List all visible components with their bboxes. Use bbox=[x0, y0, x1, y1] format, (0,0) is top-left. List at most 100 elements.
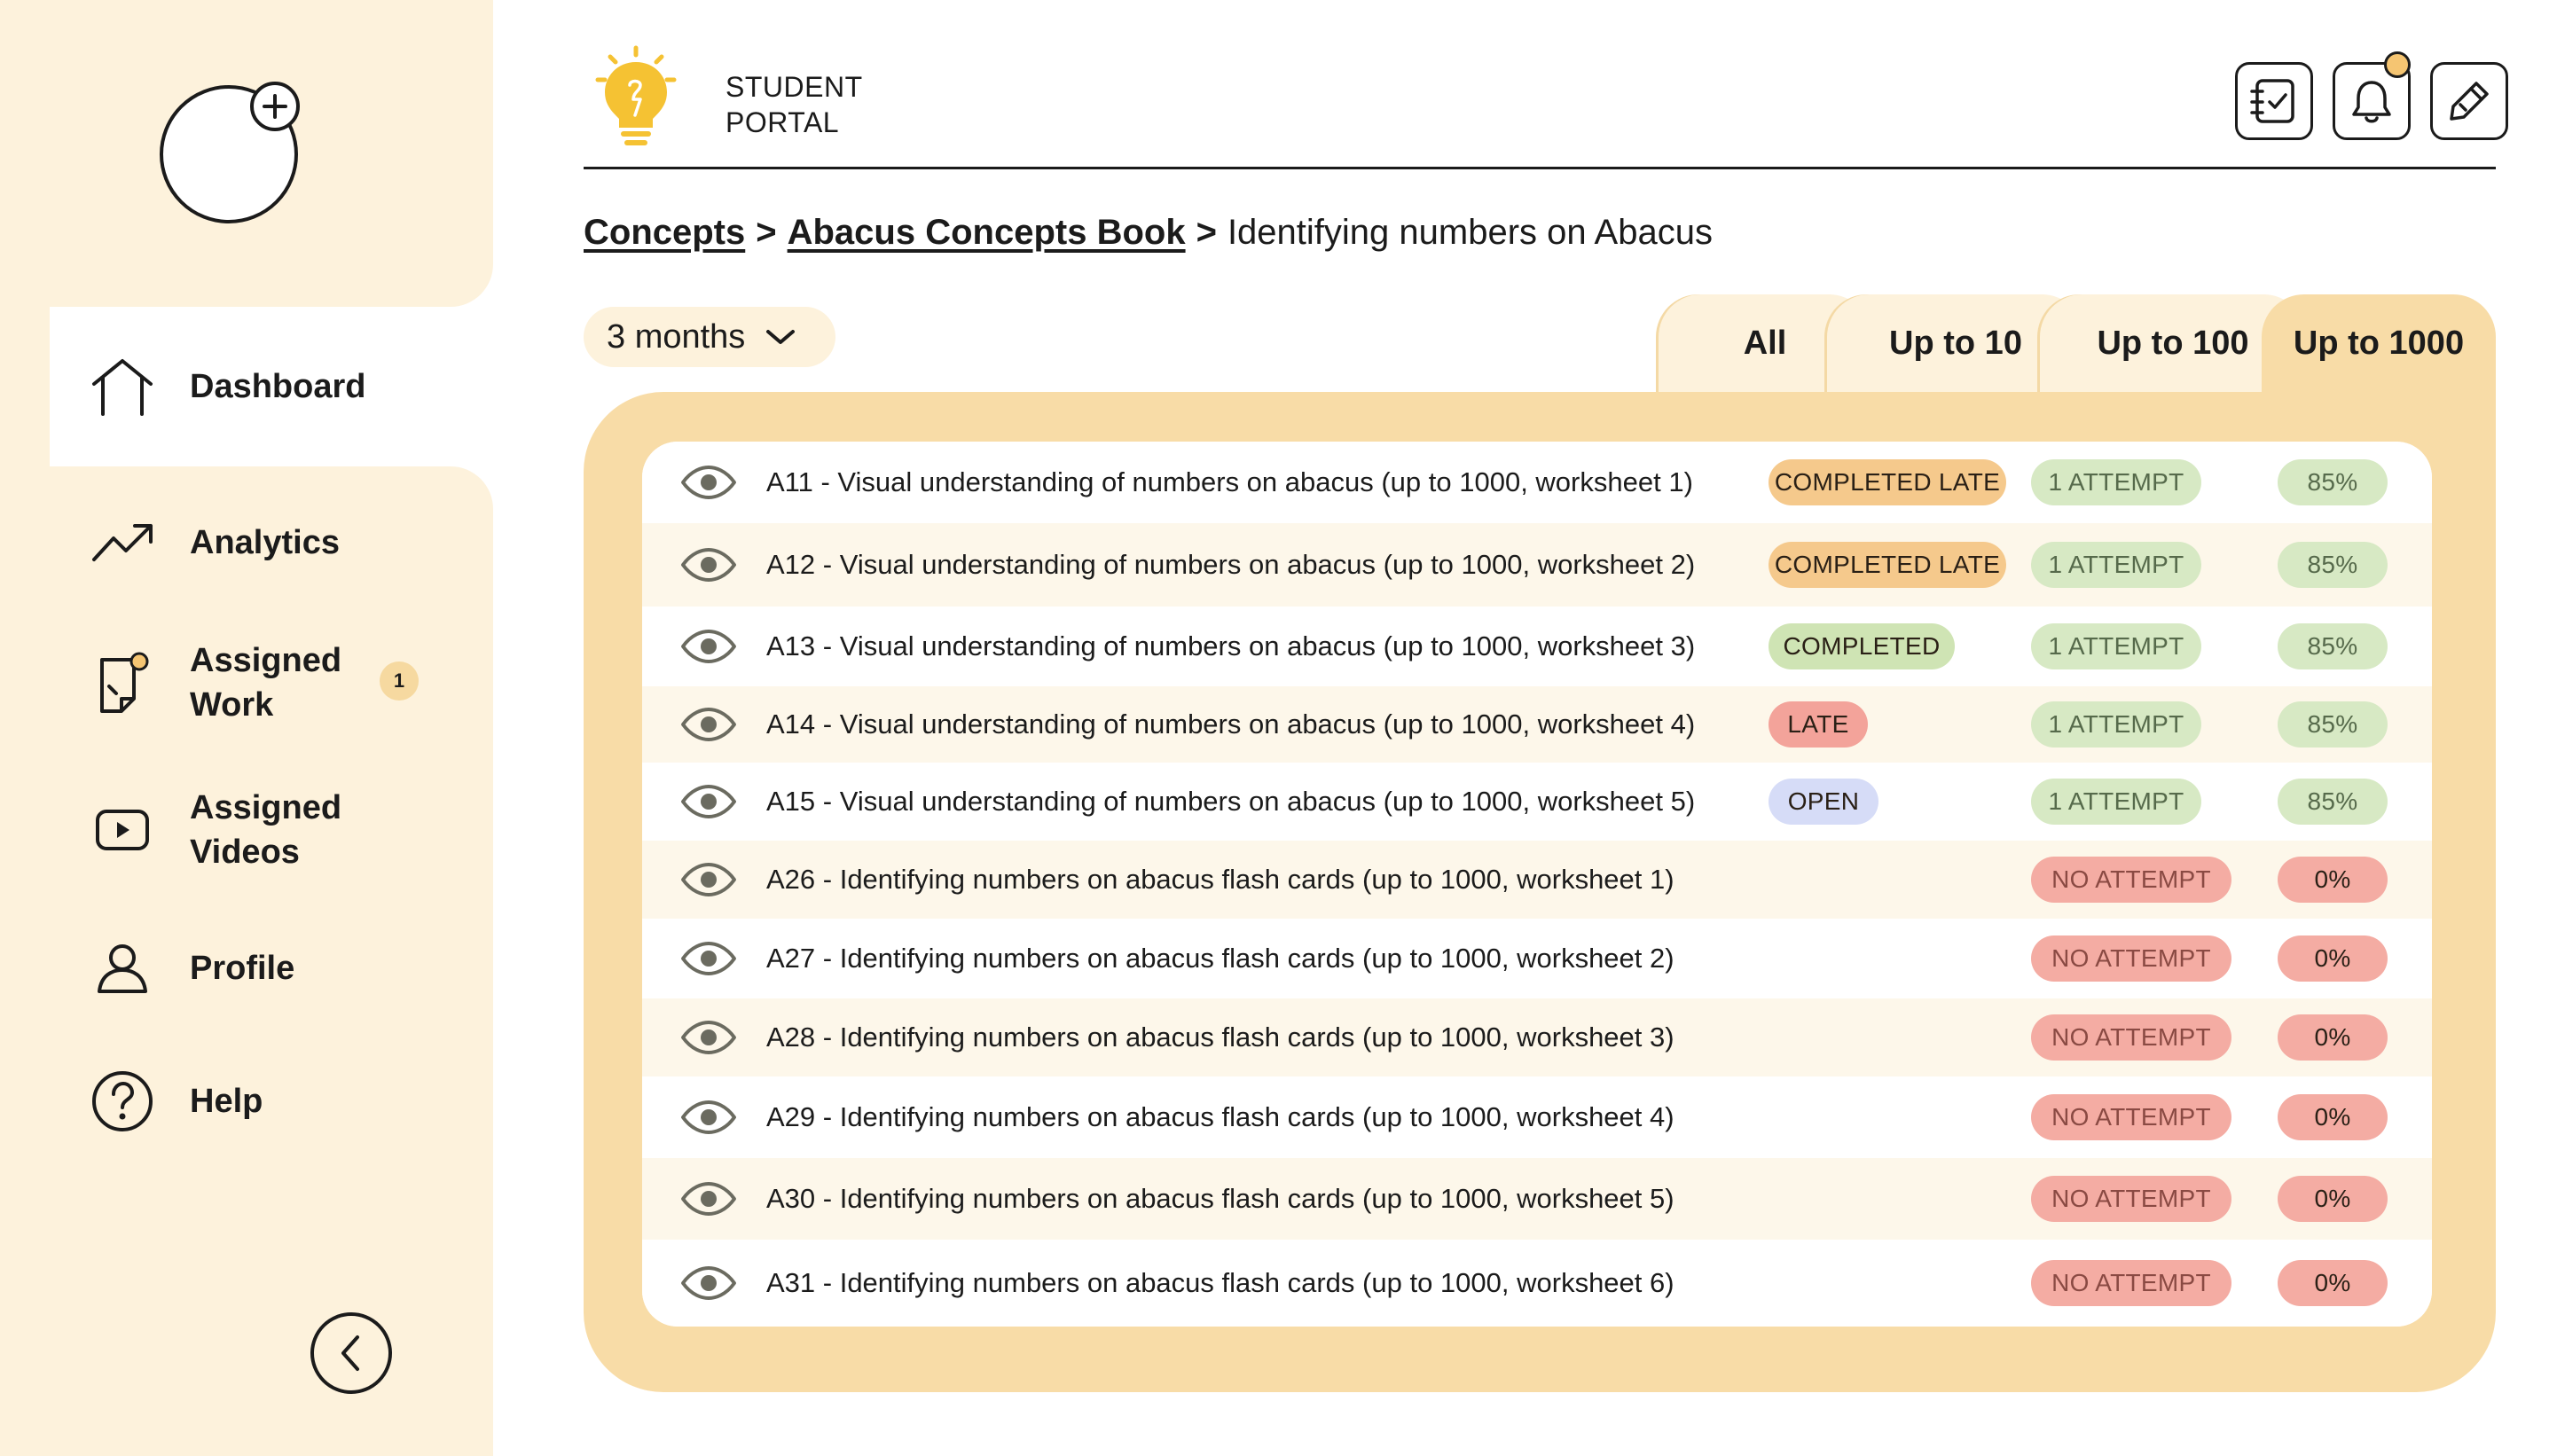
status-badge: OPEN bbox=[1769, 779, 1878, 825]
worksheet-title[interactable]: A30 - Identifying numbers on abacus flas… bbox=[766, 1181, 1674, 1217]
worksheet-row[interactable]: A31 - Identifying numbers on abacus flas… bbox=[642, 1240, 2432, 1327]
lightbulb-logo-icon bbox=[591, 44, 681, 147]
score-badge: 0% bbox=[2278, 1176, 2388, 1222]
checklist-button[interactable] bbox=[2235, 62, 2313, 140]
attempt-badge: 1 ATTEMPT bbox=[2031, 459, 2201, 505]
sidebar-item-label: Help bbox=[190, 1083, 263, 1120]
header-divider bbox=[584, 167, 2496, 169]
score-badge: 85% bbox=[2278, 623, 2388, 669]
eye-icon[interactable] bbox=[679, 629, 738, 664]
attempt-badge: NO ATTEMPT bbox=[2031, 1176, 2231, 1222]
tab-label: Up to 100 bbox=[2097, 324, 2249, 362]
add-avatar-button[interactable] bbox=[250, 82, 300, 131]
eye-icon[interactable] bbox=[679, 465, 738, 500]
worksheet-title[interactable]: A15 - Visual understanding of numbers on… bbox=[766, 784, 1695, 819]
worksheet-title[interactable]: A27 - Identifying numbers on abacus flas… bbox=[766, 941, 1674, 976]
status-badge: COMPLETED bbox=[1769, 623, 1955, 669]
sidebar-item-label: Profile bbox=[190, 950, 295, 987]
assignment-icon bbox=[89, 649, 156, 716]
eye-icon[interactable] bbox=[679, 1100, 738, 1135]
tab-up-to-1000[interactable]: Up to 1000 bbox=[2262, 294, 2496, 392]
score-badge: 0% bbox=[2278, 857, 2388, 903]
breadcrumb-book-link[interactable]: Abacus Concepts Book bbox=[788, 213, 1186, 252]
time-range-value: 3 months bbox=[607, 317, 746, 356]
attempt-badge: NO ATTEMPT bbox=[2031, 935, 2231, 982]
time-range-select[interactable]: 3 months bbox=[584, 307, 835, 367]
breadcrumb: Concepts > Abacus Concepts Book > Identifyin… bbox=[584, 209, 1713, 255]
help-icon bbox=[89, 1068, 156, 1135]
attempt-badge: 1 ATTEMPT bbox=[2031, 701, 2201, 748]
worksheet-title[interactable]: A11 - Visual understanding of numbers on… bbox=[766, 465, 1693, 500]
worksheet-title[interactable]: A12 - Visual understanding of numbers on… bbox=[766, 547, 1695, 583]
video-icon bbox=[89, 796, 156, 864]
worksheet-row[interactable]: A15 - Visual understanding of numbers on… bbox=[642, 763, 2432, 841]
worksheet-title[interactable]: A26 - Identifying numbers on abacus flas… bbox=[766, 862, 1674, 897]
tab-label: Up to 1000 bbox=[2293, 324, 2465, 362]
worksheet-title[interactable]: A14 - Visual understanding of numbers on… bbox=[766, 707, 1695, 742]
worksheet-title[interactable]: A13 - Visual understanding of numbers on… bbox=[766, 629, 1695, 664]
home-icon bbox=[89, 353, 156, 420]
notification-dot bbox=[2384, 51, 2411, 78]
edit-button[interactable] bbox=[2430, 62, 2508, 140]
chevron-down-icon bbox=[766, 330, 796, 344]
sidebar-item-help[interactable]: Help bbox=[89, 1068, 263, 1135]
tab-label: All bbox=[1743, 324, 1787, 362]
plus-icon bbox=[263, 94, 287, 119]
trend-icon bbox=[89, 509, 156, 576]
attempt-badge: NO ATTEMPT bbox=[2031, 1094, 2231, 1140]
eye-icon[interactable] bbox=[679, 941, 738, 976]
brand-title: STUDENT PORTAL bbox=[725, 71, 863, 138]
eye-icon[interactable] bbox=[679, 1181, 738, 1217]
eye-icon[interactable] bbox=[679, 707, 738, 742]
breadcrumb-concepts-link[interactable]: Concepts bbox=[584, 213, 745, 252]
bell-icon bbox=[2352, 81, 2391, 123]
sidebar-item-analytics[interactable]: Analytics bbox=[89, 509, 340, 576]
eye-icon[interactable] bbox=[679, 862, 738, 897]
checklist-icon bbox=[2250, 79, 2294, 123]
sidebar-item-label: Analytics bbox=[190, 524, 340, 561]
worksheet-row[interactable]: A30 - Identifying numbers on abacus flas… bbox=[642, 1158, 2432, 1240]
attempt-badge: NO ATTEMPT bbox=[2031, 1014, 2231, 1061]
score-badge: 0% bbox=[2278, 1014, 2388, 1061]
breadcrumb-current: Identifying numbers on Abacus bbox=[1227, 213, 1713, 252]
worksheet-row[interactable]: A11 - Visual understanding of numbers on… bbox=[642, 442, 2432, 523]
score-badge: 85% bbox=[2278, 459, 2388, 505]
worksheet-title[interactable]: A29 - Identifying numbers on abacus flas… bbox=[766, 1100, 1674, 1135]
attempt-badge: 1 ATTEMPT bbox=[2031, 542, 2201, 588]
sidebar-item-label: Assigned Work bbox=[190, 642, 342, 724]
breadcrumb-separator: > bbox=[756, 213, 777, 252]
worksheet-row[interactable]: A13 - Visual understanding of numbers on… bbox=[642, 607, 2432, 686]
eye-icon[interactable] bbox=[679, 547, 738, 583]
attempt-badge: NO ATTEMPT bbox=[2031, 857, 2231, 903]
worksheet-title[interactable]: A31 - Identifying numbers on abacus flas… bbox=[766, 1265, 1674, 1301]
assigned-work-count-badge: 1 bbox=[380, 661, 419, 701]
sidebar-item-label: Dashboard bbox=[190, 368, 366, 405]
sidebar-gap bbox=[0, 307, 50, 466]
worksheet-title[interactable]: A28 - Identifying numbers on abacus flas… bbox=[766, 1020, 1674, 1055]
sidebar-item-profile[interactable]: Profile bbox=[89, 935, 294, 1002]
eye-icon[interactable] bbox=[679, 784, 738, 819]
sidebar-item-assigned-work[interactable]: Assigned Work bbox=[89, 638, 341, 727]
worksheet-row[interactable]: A14 - Visual understanding of numbers on… bbox=[642, 686, 2432, 763]
sidebar-item-dashboard[interactable]: Dashboard bbox=[89, 353, 365, 420]
score-badge: 0% bbox=[2278, 1260, 2388, 1306]
worksheet-row[interactable]: A28 - Identifying numbers on abacus flas… bbox=[642, 998, 2432, 1076]
status-badge: COMPLETED LATE bbox=[1769, 459, 2006, 505]
worksheet-row[interactable]: A27 - Identifying numbers on abacus flas… bbox=[642, 919, 2432, 998]
sidebar-item-assigned-videos[interactable]: Assigned Videos bbox=[89, 786, 341, 874]
worksheet-list: A11 - Visual understanding of numbers on… bbox=[642, 442, 2432, 1327]
collapse-sidebar-button[interactable] bbox=[310, 1312, 392, 1394]
attempt-badge: 1 ATTEMPT bbox=[2031, 779, 2201, 825]
status-badge: LATE bbox=[1769, 701, 1868, 748]
worksheet-row[interactable]: A12 - Visual understanding of numbers on… bbox=[642, 523, 2432, 607]
worksheet-row[interactable]: A29 - Identifying numbers on abacus flas… bbox=[642, 1076, 2432, 1158]
worksheet-row[interactable]: A26 - Identifying numbers on abacus flas… bbox=[642, 841, 2432, 919]
tab-label: Up to 10 bbox=[1889, 324, 2022, 362]
edit-icon bbox=[2450, 82, 2489, 121]
sidebar-item-label: Assigned Videos bbox=[190, 789, 342, 871]
attempt-badge: NO ATTEMPT bbox=[2031, 1260, 2231, 1306]
user-icon bbox=[89, 935, 156, 1002]
eye-icon[interactable] bbox=[679, 1020, 738, 1055]
score-badge: 85% bbox=[2278, 779, 2388, 825]
eye-icon[interactable] bbox=[679, 1265, 738, 1301]
